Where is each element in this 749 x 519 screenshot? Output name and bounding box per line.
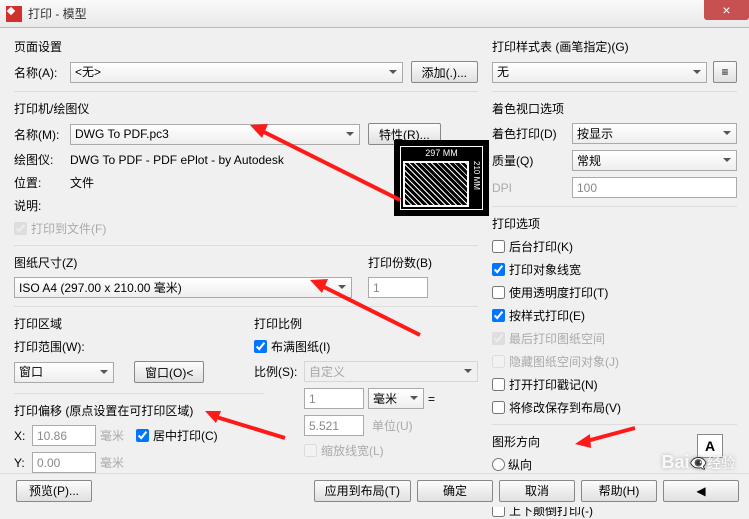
desc-label: 说明: [14, 197, 70, 214]
window-button[interactable]: 窗口(O)< [134, 361, 204, 383]
shade-select[interactable]: 按显示 [572, 123, 737, 144]
page-setup-group: 页面设置 名称(A): <无> 添加(.)... [14, 38, 478, 83]
stamp-label: 打开打印戳记(N) [509, 376, 598, 393]
plotter-value: DWG To PDF - PDF ePlot - by Autodesk [70, 153, 284, 167]
to-file-checkbox [14, 222, 27, 235]
area-title: 打印区域 [14, 315, 238, 332]
center-label: 居中打印(C) [153, 427, 218, 444]
copies-title: 打印份数(B) [368, 254, 478, 271]
save-checkbox[interactable] [492, 401, 505, 414]
plotter-label: 绘图仪: [14, 151, 70, 168]
preview-height-label: 210 MM [471, 159, 482, 209]
app-logo-icon [6, 6, 22, 22]
style-label: 按样式打印(E) [509, 307, 585, 324]
save-label: 将修改保存到布局(V) [509, 399, 621, 416]
page-setup-title: 页面设置 [14, 38, 478, 55]
printer-title: 打印机/绘图仪 [14, 100, 478, 117]
window-title: 打印 - 模型 [28, 5, 87, 22]
scale-lw-checkbox [304, 444, 317, 457]
titlebar: 打印 - 模型 × [0, 0, 749, 28]
draw-unit-label: 单位(U) [372, 417, 413, 434]
collapse-button[interactable]: ◀ [663, 480, 739, 502]
bg-label: 后台打印(K) [509, 238, 573, 255]
style-table-select[interactable]: 无 [492, 62, 707, 83]
style-checkbox[interactable] [492, 309, 505, 322]
ratio-select: 自定义 [304, 361, 478, 382]
quality-select[interactable]: 常规 [572, 150, 737, 171]
lw-label: 打印对象线宽 [509, 261, 581, 278]
options-title: 打印选项 [492, 215, 737, 232]
preview-width-label: 297 MM [401, 147, 482, 159]
equals-label: = [428, 392, 435, 406]
style-table-group: 打印样式表 (画笔指定)(G) 无 ≡ [492, 38, 737, 83]
hideps-checkbox [492, 355, 505, 368]
cancel-button[interactable]: 取消 [499, 480, 575, 502]
scale-title: 打印比例 [254, 315, 478, 332]
paper-size-select[interactable]: ISO A4 (297.00 x 210.00 毫米) [14, 277, 352, 298]
where-value: 文件 [70, 174, 94, 191]
to-file-label: 打印到文件(F) [31, 220, 106, 237]
portrait-label: 纵向 [508, 456, 532, 473]
stamp-checkbox[interactable] [492, 378, 505, 391]
y-input [32, 452, 96, 473]
bg-checkbox[interactable] [492, 240, 505, 253]
range-label: 打印范围(W): [14, 338, 85, 355]
watermark: Bai👁‍🗨经验 [662, 452, 735, 473]
x-input [32, 425, 96, 446]
x-unit: 毫米 [100, 427, 124, 444]
shade-label: 着色打印(D) [492, 125, 572, 142]
dpi-input [572, 177, 737, 198]
paper-preview: 297 MM 210 MM [394, 140, 489, 216]
copies-input [368, 277, 428, 298]
close-button[interactable]: × [704, 0, 749, 20]
paperspace-label: 最后打印图纸空间 [509, 330, 605, 347]
trans-label: 使用透明度打印(T) [509, 284, 608, 301]
apply-button[interactable]: 应用到布局(T) [314, 480, 411, 502]
paperspace-checkbox [492, 332, 505, 345]
viewport-title: 着色视口选项 [492, 100, 737, 117]
paper-size-title: 图纸尺寸(Z) [14, 254, 352, 271]
style-table-title: 打印样式表 (画笔指定)(G) [492, 38, 737, 55]
style-table-edit-button[interactable]: ≡ [713, 61, 737, 83]
unit-select[interactable]: 毫米 [368, 388, 424, 409]
viewport-group: 着色视口选项 着色打印(D) 按显示 质量(Q) 常规 DPI [492, 91, 737, 198]
unit-num-input [304, 388, 364, 409]
lw-checkbox[interactable] [492, 263, 505, 276]
options-group: 打印选项 后台打印(K) 打印对象线宽 使用透明度打印(T) 按样式打印(E) … [492, 206, 737, 416]
y-unit: 毫米 [100, 454, 124, 471]
x-label: X: [14, 429, 32, 443]
hideps-label: 隐藏图纸空间对象(J) [509, 353, 619, 370]
printer-select[interactable]: DWG To PDF.pc3 [70, 124, 360, 145]
range-select[interactable]: 窗口 [14, 362, 114, 383]
page-setup-select[interactable]: <无> [70, 62, 403, 83]
where-label: 位置: [14, 174, 70, 191]
add-button[interactable]: 添加(.)... [411, 61, 478, 83]
draw-num-input [304, 415, 364, 436]
scale-lw-label: 缩放线宽(L) [321, 442, 384, 459]
portrait-radio[interactable] [492, 458, 505, 471]
fit-checkbox[interactable] [254, 340, 267, 353]
fit-label: 布满图纸(I) [271, 338, 330, 355]
trans-checkbox[interactable] [492, 286, 505, 299]
help-button[interactable]: 帮助(H) [581, 480, 657, 502]
ok-button[interactable]: 确定 [417, 480, 493, 502]
ratio-label: 比例(S): [254, 363, 304, 380]
dpi-label: DPI [492, 181, 572, 195]
preview-button[interactable]: 预览(P)... [16, 480, 92, 502]
y-label: Y: [14, 456, 32, 470]
quality-label: 质量(Q) [492, 152, 572, 169]
footer: 预览(P)... 应用到布局(T) 确定 取消 帮助(H) ◀ [0, 473, 749, 507]
name-m-label: 名称(M): [14, 126, 70, 143]
center-checkbox[interactable] [136, 429, 149, 442]
name-a-label: 名称(A): [14, 64, 70, 81]
preview-sheet-icon [403, 161, 469, 207]
